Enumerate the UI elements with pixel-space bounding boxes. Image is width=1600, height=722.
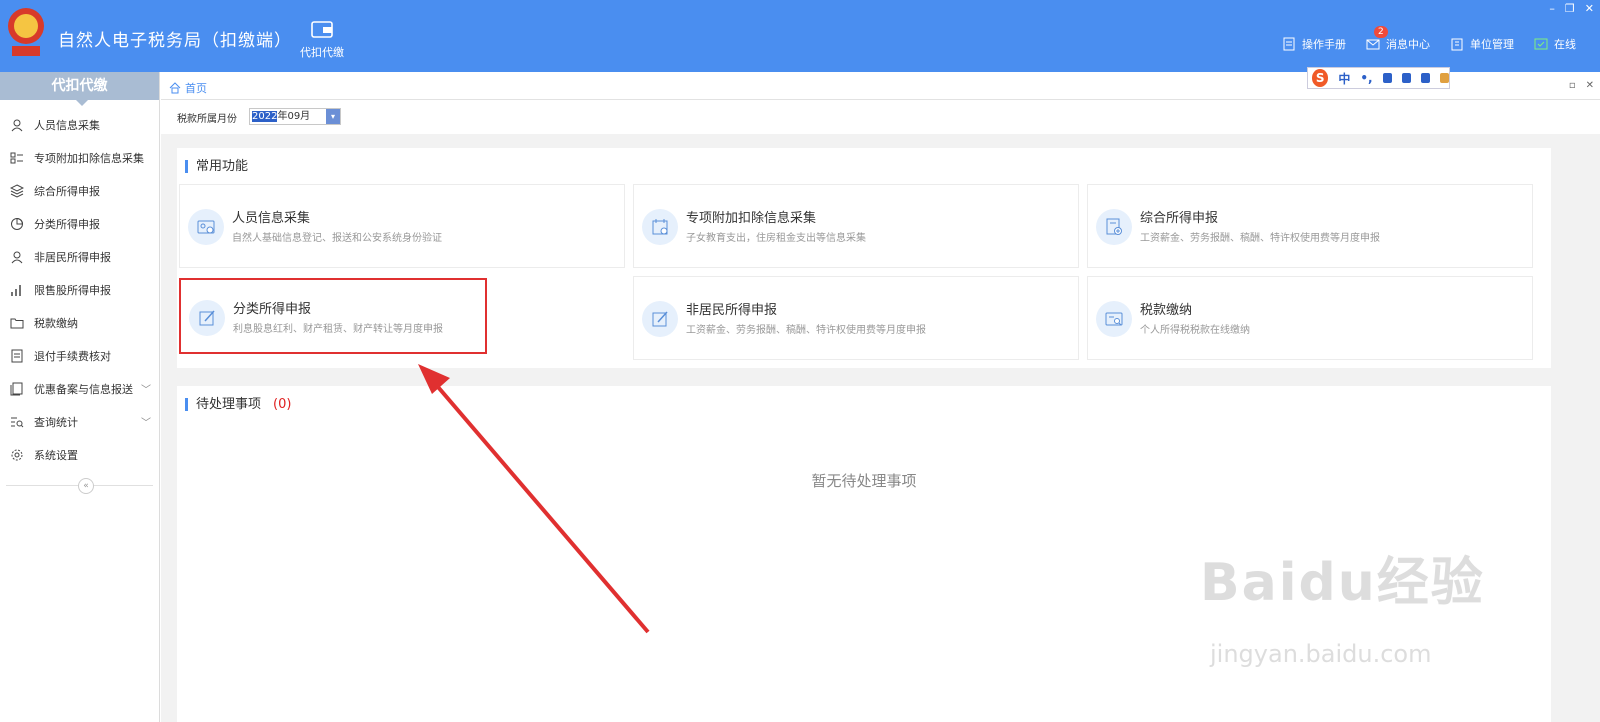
pending-count: (0) [273, 397, 292, 412]
manual-icon [1283, 37, 1295, 51]
message-center-button[interactable]: 2 消息中心 [1366, 26, 1430, 52]
tab-close-icon[interactable]: ✕ [1586, 80, 1594, 91]
person-icon [11, 251, 23, 263]
minimize-button[interactable]: – [1549, 2, 1555, 15]
list-icon [10, 152, 23, 163]
ime-toolbar[interactable]: S 中 •, [1307, 67, 1450, 89]
card-tax-payment[interactable]: 税款缴纳 个人所得税税款在线缴纳 [1087, 276, 1533, 360]
baidu-watermark: Baidu经验 [1200, 553, 1485, 613]
tax-month-picker[interactable]: 2022年09月 ▾ [249, 108, 341, 125]
sidebar-item-tax-payment[interactable]: 税款缴纳 [0, 306, 159, 339]
id-card-icon [188, 209, 224, 245]
card-personnel-info[interactable]: 人员信息采集 自然人基础信息登记、报送和公安系统身份验证 [179, 184, 625, 268]
chevron-down-icon[interactable]: ▾ [326, 109, 340, 124]
collapse-sidebar-button[interactable]: « [78, 478, 94, 494]
manual-button[interactable]: 操作手册 [1282, 36, 1346, 52]
common-functions-title: 常用功能 [185, 160, 248, 173]
sidebar-item-system-settings[interactable]: 系统设置 [0, 438, 159, 471]
card-special-deduction[interactable]: 专项附加扣除信息采集 子女教育支出，住房租金支出等信息采集 [633, 184, 1079, 268]
tax-emblem-logo [8, 8, 44, 56]
card-comprehensive-income[interactable]: 综合所得申报 工资薪金、劳务报酬、稿酬、特许权使用费等月度申报 [1087, 184, 1533, 268]
skin-icon[interactable] [1420, 73, 1430, 83]
pending-items-title: 待处理事项 (0) [185, 398, 291, 411]
sidebar-item-comprehensive-income[interactable]: 综合所得申报 [0, 174, 159, 207]
sidebar: 代扣代缴 人员信息采集 专项附加扣除信息采集 综合所得申报 分类所得申报 非居民… [0, 72, 160, 722]
sogou-logo-icon[interactable]: S [1312, 69, 1329, 87]
home-icon [169, 82, 181, 94]
sidebar-item-refund-fee[interactable]: 退付手续费核对 [0, 339, 159, 372]
folder-icon [10, 318, 24, 328]
baidu-watermark-url: jingyan.baidu.com [1210, 640, 1432, 668]
building-icon [1451, 38, 1463, 51]
pie-icon [11, 217, 24, 230]
common-functions-panel: 常用功能 人员信息采集 自然人基础信息登记、报送和公安系统身份验证 专项附加扣除… [177, 148, 1551, 368]
layers-icon [10, 183, 24, 198]
sidebar-header: 代扣代缴 [0, 72, 159, 106]
top-nav-withholding[interactable]: 代扣代缴 [292, 18, 352, 60]
tax-month-year: 2022 [252, 111, 278, 122]
apps-icon[interactable] [1439, 73, 1449, 83]
search-list-icon [11, 417, 24, 427]
main-content: 首页 S 中 •, ▫ ✕ 税款所属月份 2022年09月 ▾ 常用功能 人员信… [161, 67, 1600, 722]
tab-bar: 首页 S 中 •, ▫ ✕ [161, 67, 1600, 100]
sidebar-item-nonresident-income[interactable]: 非居民所得申报 [0, 240, 159, 273]
calendar-check-icon [642, 209, 678, 245]
copy-icon [10, 382, 23, 395]
online-icon [1534, 38, 1548, 50]
id-search-icon [1096, 301, 1132, 337]
app-title: 自然人电子税务局（扣缴端） [58, 31, 292, 51]
chevron-down-icon: ﹀ [141, 418, 151, 429]
gear-icon [11, 449, 23, 460]
card-nonresident-income[interactable]: 非居民所得申报 工资薪金、劳务报酬、稿酬、特许权使用费等月度申报 [633, 276, 1079, 360]
edit-icon [642, 301, 678, 337]
sidebar-item-preferential-filing[interactable]: 优惠备案与信息报送 ﹀ [0, 372, 159, 405]
mail-icon [1366, 39, 1380, 50]
ime-punctuation-toggle[interactable]: •, [1360, 71, 1372, 85]
tax-month-rest: 年09月 [277, 111, 311, 122]
person-icon [11, 119, 23, 131]
tab-home[interactable]: 首页 [169, 80, 207, 96]
ime-language-toggle[interactable]: 中 [1338, 70, 1350, 87]
wallet-icon [311, 21, 333, 38]
message-badge: 2 [1374, 26, 1388, 38]
pending-empty-text: 暂无待处理事项 [811, 472, 917, 490]
sidebar-item-classified-income[interactable]: 分类所得申报 [0, 207, 159, 240]
sidebar-item-restricted-shares[interactable]: 限售股所得申报 [0, 273, 159, 306]
chevron-down-icon: ﹀ [141, 385, 151, 396]
restore-button[interactable]: ❐ [1565, 2, 1575, 15]
edit-icon [189, 300, 225, 336]
sidebar-item-query-stats[interactable]: 查询统计 ﹀ [0, 405, 159, 438]
close-button[interactable]: ✕ [1585, 2, 1594, 15]
microphone-icon[interactable] [1382, 73, 1392, 83]
filter-bar: 税款所属月份 2022年09月 ▾ [161, 100, 1600, 134]
keyboard-icon[interactable] [1401, 73, 1411, 83]
tab-restore-icon[interactable]: ▫ [1569, 80, 1576, 91]
sidebar-item-special-deduction[interactable]: 专项附加扣除信息采集 [0, 141, 159, 174]
doc-plus-icon [1096, 209, 1132, 245]
document-icon [11, 349, 23, 362]
tax-month-label: 税款所属月份 [177, 114, 237, 125]
online-status[interactable]: 在线 [1534, 36, 1576, 52]
top-bar: 自然人电子税务局（扣缴端） 代扣代缴 操作手册 2 消息中心 单位管理 在线 –… [0, 0, 1600, 72]
card-classified-income[interactable]: 分类所得申报 利息股息红利、财产租赁、财产转让等月度申报 [179, 278, 487, 354]
top-nav-label: 代扣代缴 [300, 46, 344, 59]
bar-chart-icon [11, 284, 21, 296]
sidebar-item-personnel-info[interactable]: 人员信息采集 [0, 108, 159, 141]
unit-management-button[interactable]: 单位管理 [1450, 36, 1514, 52]
